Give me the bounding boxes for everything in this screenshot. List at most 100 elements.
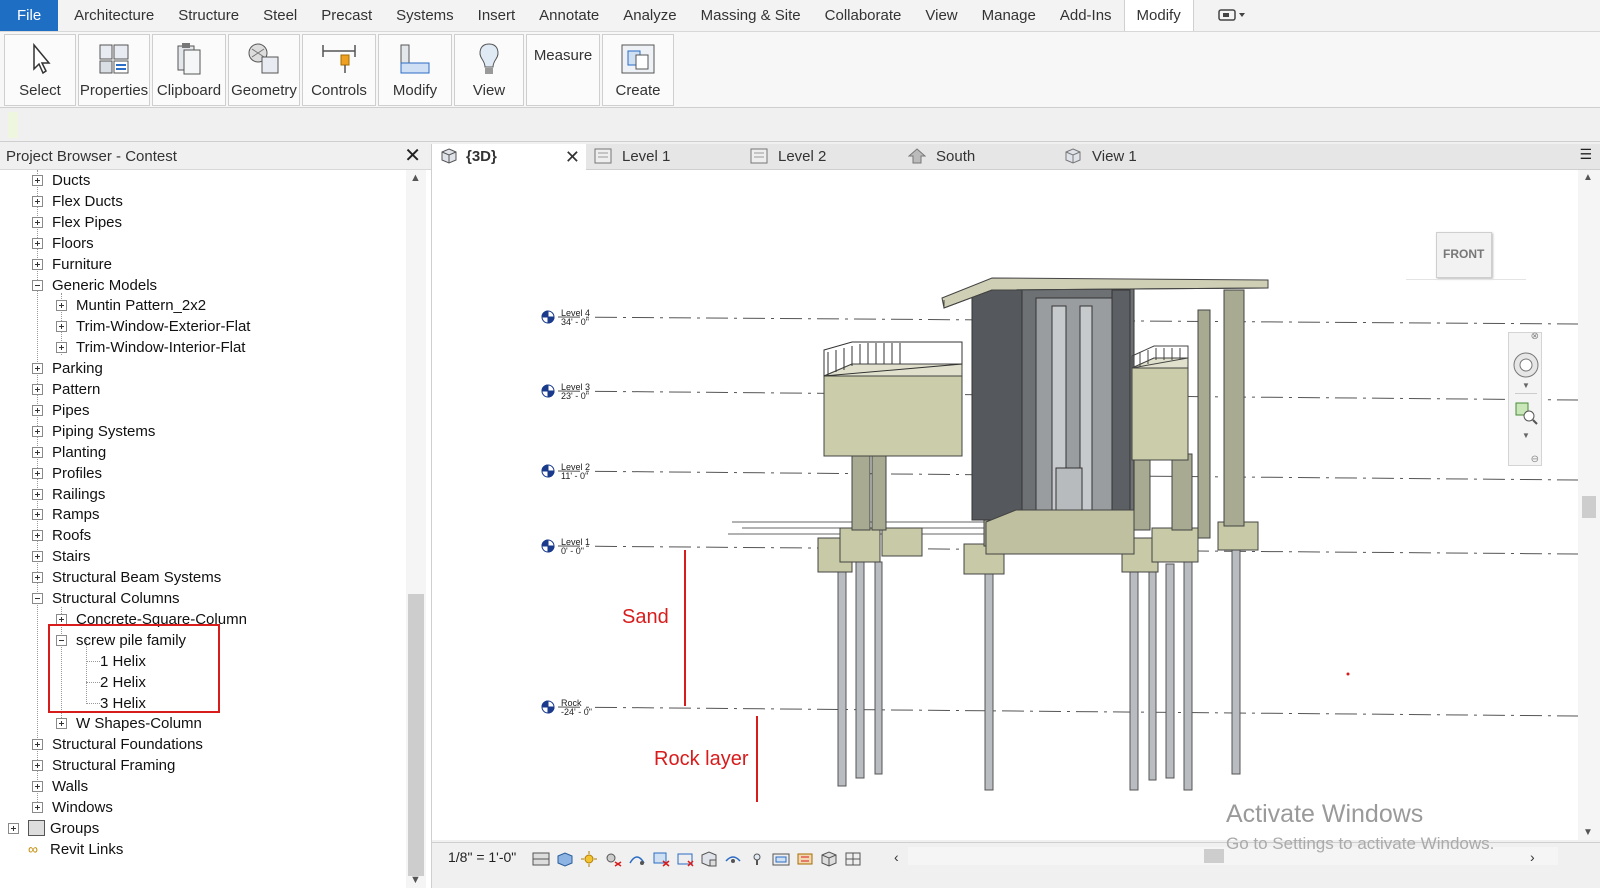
create-button[interactable]: Create bbox=[602, 34, 674, 106]
expand-icon[interactable] bbox=[32, 760, 43, 772]
show-crop-icon[interactable] bbox=[676, 851, 694, 867]
detail-level-icon[interactable] bbox=[532, 851, 550, 867]
controls-button[interactable]: Controls bbox=[302, 34, 376, 106]
menu-tab-view[interactable]: View bbox=[913, 0, 969, 31]
sun-path-icon[interactable] bbox=[580, 851, 598, 867]
expand-icon[interactable] bbox=[32, 404, 43, 416]
visual-style-icon[interactable] bbox=[556, 851, 574, 867]
properties-button[interactable]: Properties bbox=[78, 34, 150, 106]
highlight-displacement-icon[interactable] bbox=[844, 851, 862, 867]
menu-tab-collaborate[interactable]: Collaborate bbox=[813, 0, 914, 31]
expand-icon[interactable] bbox=[32, 258, 43, 270]
menu-tab-architecture[interactable]: Architecture bbox=[62, 0, 166, 31]
expand-icon[interactable] bbox=[32, 175, 43, 186]
level-head-2[interactable]: Level 2 11' - 0" bbox=[561, 463, 590, 481]
view-button[interactable]: View bbox=[454, 34, 524, 106]
menu-tab-precast[interactable]: Precast bbox=[309, 0, 384, 31]
modify-button[interactable]: Modify bbox=[378, 34, 452, 106]
view-scale[interactable]: 1/8" = 1'-0" bbox=[448, 849, 516, 865]
measure-button[interactable]: Measure bbox=[526, 34, 600, 106]
menu-tab-structure[interactable]: Structure bbox=[166, 0, 251, 31]
browser-scrollbar[interactable]: ▲ ▼ bbox=[406, 170, 426, 888]
menu-tab-manage[interactable]: Manage bbox=[970, 0, 1048, 31]
wheel-dropdown-icon[interactable]: ▼ bbox=[1522, 381, 1530, 390]
scroll-down-arrow-icon[interactable]: ▼ bbox=[410, 874, 421, 886]
viewcube[interactable]: FRONT bbox=[1436, 232, 1492, 278]
level-head-1[interactable]: Level 1 0' - 0" bbox=[561, 538, 590, 556]
scroll-up-arrow-icon[interactable]: ▲ bbox=[410, 172, 421, 184]
level-head-4[interactable]: Level 4 34' - 0" bbox=[561, 309, 590, 327]
expand-icon[interactable] bbox=[32, 509, 43, 521]
nav-options-icon[interactable]: ⊖ bbox=[1531, 454, 1539, 465]
view-scroll-thumb[interactable] bbox=[1582, 496, 1596, 518]
scroll-right-arrow-icon[interactable]: › bbox=[1530, 849, 1535, 865]
temporary-view-properties-icon[interactable] bbox=[772, 851, 790, 867]
reveal-hidden-icon[interactable] bbox=[748, 851, 766, 867]
level-head-rock[interactable]: Rock -24' - 0" bbox=[561, 699, 592, 717]
worksharing-display-icon[interactable] bbox=[796, 851, 814, 867]
expand-icon[interactable] bbox=[56, 342, 67, 354]
expand-icon[interactable] bbox=[32, 363, 43, 375]
expand-icon[interactable] bbox=[32, 551, 43, 563]
browser-scroll-thumb[interactable] bbox=[408, 594, 424, 876]
unlocked-view-icon[interactable] bbox=[700, 851, 718, 867]
expand-icon[interactable] bbox=[32, 446, 43, 458]
shadows-icon[interactable] bbox=[604, 851, 622, 867]
expand-icon[interactable] bbox=[32, 781, 43, 793]
expand-icon[interactable] bbox=[32, 488, 43, 500]
menu-tab-annotate[interactable]: Annotate bbox=[527, 0, 611, 31]
collapse-icon[interactable] bbox=[32, 279, 43, 291]
geometry-button[interactable]: Geometry bbox=[228, 34, 300, 106]
level-head-3[interactable]: Level 3 23' - 0" bbox=[561, 383, 590, 401]
menu-tab-add-ins[interactable]: Add-Ins bbox=[1048, 0, 1124, 31]
expand-icon[interactable] bbox=[32, 216, 43, 228]
tab-level-2[interactable]: Level 2 bbox=[750, 144, 900, 170]
crop-view-icon[interactable] bbox=[652, 851, 670, 867]
expand-icon[interactable] bbox=[32, 237, 43, 249]
close-icon[interactable]: ✕ bbox=[404, 144, 421, 168]
collapse-icon[interactable] bbox=[32, 593, 43, 604]
bar-collapse-icon[interactable]: ‹ bbox=[894, 849, 899, 865]
view-scroll-down-icon[interactable]: ▼ bbox=[1583, 827, 1593, 838]
analytical-model-icon[interactable] bbox=[820, 851, 838, 867]
menu-tab-massing-site[interactable]: Massing & Site bbox=[689, 0, 813, 31]
menu-tab-modify[interactable]: Modify bbox=[1123, 0, 1194, 31]
expand-icon[interactable] bbox=[32, 802, 43, 813]
expand-icon[interactable] bbox=[56, 300, 67, 312]
menu-tab-analyze[interactable]: Analyze bbox=[611, 0, 688, 31]
view-scrollbar[interactable]: ▲ ▼ bbox=[1578, 170, 1600, 840]
select-button[interactable]: Select bbox=[4, 34, 76, 106]
expand-icon[interactable] bbox=[32, 384, 43, 395]
expand-icon[interactable] bbox=[32, 739, 43, 751]
tab-south[interactable]: South bbox=[908, 144, 1058, 170]
close-tab-icon[interactable]: ✕ bbox=[565, 144, 580, 170]
view-canvas-3d[interactable]: Level 4 34' - 0" Level 3 23' - 0" Level … bbox=[432, 170, 1600, 840]
menu-tab-steel[interactable]: Steel bbox=[251, 0, 309, 31]
zoom-region-icon[interactable] bbox=[1514, 401, 1538, 425]
expand-icon[interactable] bbox=[32, 195, 43, 207]
options-bar-grip[interactable] bbox=[8, 112, 18, 138]
tab-3d[interactable]: {3D} ✕ bbox=[432, 144, 586, 170]
nav-close-icon[interactable]: ⊗ bbox=[1531, 331, 1539, 342]
tab-level-1[interactable]: Level 1 bbox=[594, 144, 744, 170]
menu-tab-insert[interactable]: Insert bbox=[466, 0, 528, 31]
clipboard-button[interactable]: Clipboard bbox=[152, 34, 226, 106]
temporary-hide-icon[interactable] bbox=[724, 851, 742, 867]
view-scroll-up-icon[interactable]: ▲ bbox=[1583, 172, 1593, 183]
window-switch-button[interactable] bbox=[1194, 0, 1268, 31]
expand-icon[interactable] bbox=[32, 572, 43, 584]
expand-icon[interactable] bbox=[32, 425, 43, 437]
render-icon[interactable] bbox=[628, 851, 646, 867]
tabs-menu-icon[interactable]: ☰ bbox=[1579, 146, 1592, 163]
expand-icon[interactable] bbox=[8, 822, 19, 834]
menu-tab-systems[interactable]: Systems bbox=[384, 0, 466, 31]
steering-wheel-icon[interactable] bbox=[1512, 351, 1540, 379]
tab-view-1[interactable]: View 1 bbox=[1064, 144, 1214, 170]
expand-icon[interactable] bbox=[56, 718, 67, 730]
menu-tab-file[interactable]: File bbox=[0, 0, 59, 31]
expand-icon[interactable] bbox=[32, 467, 43, 479]
horizontal-scroll-thumb[interactable] bbox=[1204, 849, 1224, 863]
expand-icon[interactable] bbox=[56, 321, 67, 333]
zoom-dropdown-icon[interactable]: ▼ bbox=[1522, 431, 1530, 440]
expand-icon[interactable] bbox=[32, 530, 43, 542]
